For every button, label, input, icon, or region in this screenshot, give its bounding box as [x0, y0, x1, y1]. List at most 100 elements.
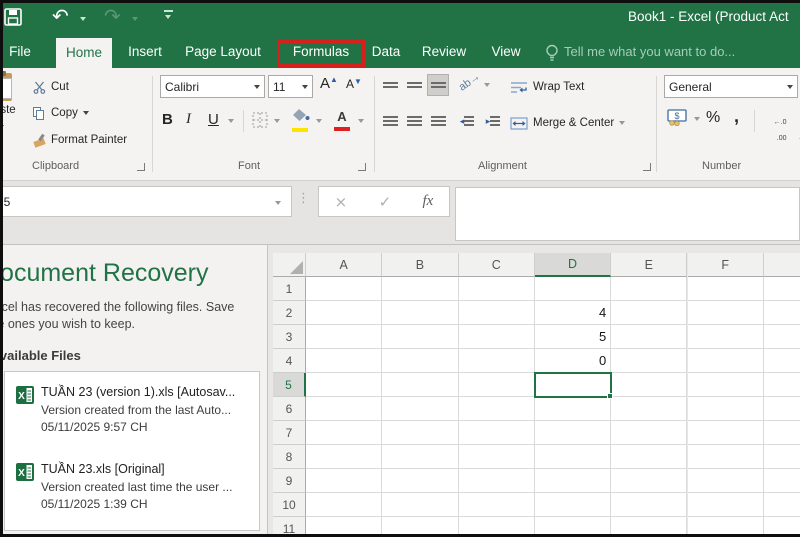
shrink-font-button[interactable]: A▼ — [346, 77, 362, 91]
wrap-text-button[interactable]: Wrap Text — [510, 78, 584, 96]
cell-A5[interactable] — [306, 373, 383, 397]
percent-style-button[interactable]: % — [706, 109, 720, 127]
cell-partial-5[interactable] — [763, 373, 800, 397]
top-align-button[interactable] — [379, 74, 401, 96]
cell-B9[interactable] — [382, 469, 459, 493]
recovered-file-item[interactable]: X TUẦN 23.xls [Original] Version created… — [5, 462, 259, 522]
cell-A9[interactable] — [306, 469, 383, 493]
clipboard-dialog-launcher-icon[interactable] — [137, 163, 145, 171]
align-left-button[interactable] — [379, 110, 401, 132]
row-header-7[interactable]: 7 — [273, 421, 306, 445]
font-color-button[interactable]: A — [334, 108, 350, 131]
recovered-file-item[interactable]: X TUẦN 23 (version 1).xls [Autosav... Ve… — [5, 385, 259, 445]
cell-F6[interactable] — [687, 397, 764, 421]
cell-E2[interactable] — [611, 301, 688, 325]
grow-font-button[interactable]: A▲ — [320, 75, 338, 92]
cell-C5[interactable] — [458, 373, 535, 397]
cell-F10[interactable] — [687, 493, 764, 517]
cell-E4[interactable] — [611, 349, 688, 373]
cell-F8[interactable] — [687, 445, 764, 469]
underline-dropdown-icon[interactable] — [228, 119, 234, 123]
cell-B7[interactable] — [382, 421, 459, 445]
name-box-dropdown-icon[interactable] — [275, 201, 281, 205]
fill-color-button[interactable] — [292, 109, 310, 132]
row-header-6[interactable]: 6 — [273, 397, 306, 421]
column-header-partial[interactable] — [763, 253, 800, 277]
cell-D9[interactable] — [534, 469, 612, 493]
cell-A1[interactable] — [306, 277, 383, 301]
cell-E9[interactable] — [611, 469, 688, 493]
cell-C8[interactable] — [458, 445, 535, 469]
tell-me-box[interactable]: Tell me what you want to do... — [564, 44, 735, 59]
tab-file[interactable]: File — [0, 36, 40, 67]
cell-C9[interactable] — [458, 469, 535, 493]
format-painter-button[interactable]: Format Painter — [33, 131, 127, 149]
cell-D2[interactable]: 4 — [534, 301, 612, 325]
cell-partial-9[interactable] — [763, 469, 800, 493]
cell-C4[interactable] — [458, 349, 535, 373]
cell-A6[interactable] — [306, 397, 383, 421]
cell-F2[interactable] — [687, 301, 764, 325]
tab-home[interactable]: Home — [56, 38, 112, 68]
bottom-align-button[interactable] — [427, 74, 449, 96]
cell-F5[interactable] — [687, 373, 764, 397]
increase-indent-button[interactable]: ▸ — [482, 110, 504, 132]
underline-button[interactable]: U — [208, 111, 219, 128]
cell-A8[interactable] — [306, 445, 383, 469]
column-header-D[interactable]: D — [534, 253, 612, 277]
fill-handle[interactable] — [607, 393, 614, 399]
cell-D1[interactable] — [534, 277, 612, 301]
cell-F1[interactable] — [687, 277, 764, 301]
cell-F9[interactable] — [687, 469, 764, 493]
cell-B8[interactable] — [382, 445, 459, 469]
cell-E8[interactable] — [611, 445, 688, 469]
column-header-E[interactable]: E — [611, 253, 688, 277]
cell-D10[interactable] — [534, 493, 612, 517]
tab-view[interactable]: View — [482, 36, 530, 67]
cell-C7[interactable] — [458, 421, 535, 445]
cell-partial-6[interactable] — [763, 397, 800, 421]
customize-quick-access-arrow-icon[interactable] — [165, 15, 171, 19]
copy-button[interactable]: Copy — [33, 104, 89, 122]
cell-F7[interactable] — [687, 421, 764, 445]
orientation-button[interactable]: ab→ — [457, 70, 483, 93]
row-header-10[interactable]: 10 — [273, 493, 306, 517]
bold-button[interactable]: B — [162, 111, 173, 128]
cell-E1[interactable] — [611, 277, 688, 301]
cell-B4[interactable] — [382, 349, 459, 373]
comma-style-button[interactable]: , — [734, 106, 739, 127]
cell-B1[interactable] — [382, 277, 459, 301]
align-right-button[interactable] — [427, 110, 449, 132]
alignment-dialog-launcher-icon[interactable] — [643, 163, 651, 171]
cell-A3[interactable] — [306, 325, 383, 349]
cell-F4[interactable] — [687, 349, 764, 373]
cell-C10[interactable] — [458, 493, 535, 517]
font-family-combobox[interactable]: Calibri — [160, 75, 265, 98]
italic-button[interactable]: I — [186, 111, 191, 128]
cell-E10[interactable] — [611, 493, 688, 517]
cell-partial-4[interactable] — [763, 349, 800, 373]
cell-A7[interactable] — [306, 421, 383, 445]
accounting-dropdown-icon[interactable] — [694, 117, 700, 121]
accounting-format-button[interactable]: $ — [666, 109, 688, 131]
row-header-1[interactable]: 1 — [273, 277, 306, 301]
borders-dropdown-icon[interactable] — [274, 119, 280, 123]
font-color-dropdown-icon[interactable] — [358, 119, 364, 123]
fill-color-dropdown-icon[interactable] — [316, 119, 322, 123]
redo-dropdown-icon[interactable] — [132, 17, 138, 21]
customize-quick-access-icon[interactable] — [164, 10, 173, 12]
cell-D8[interactable] — [534, 445, 612, 469]
cell-D6[interactable] — [534, 397, 612, 421]
decrease-decimal-button[interactable]: .00 →.0 — [786, 111, 800, 151]
cell-partial-10[interactable] — [763, 493, 800, 517]
borders-icon[interactable] — [252, 112, 268, 128]
align-center-button[interactable] — [403, 110, 425, 132]
row-header-4[interactable]: 4 — [273, 349, 306, 373]
cell-B10[interactable] — [382, 493, 459, 517]
tab-review[interactable]: Review — [412, 36, 476, 67]
enter-icon[interactable]: ✓ — [379, 193, 392, 211]
orientation-dropdown-icon[interactable] — [484, 83, 490, 87]
row-header-5[interactable]: 5 — [273, 373, 306, 397]
tab-page-layout[interactable]: Page Layout — [176, 36, 270, 67]
cell-D7[interactable] — [534, 421, 612, 445]
